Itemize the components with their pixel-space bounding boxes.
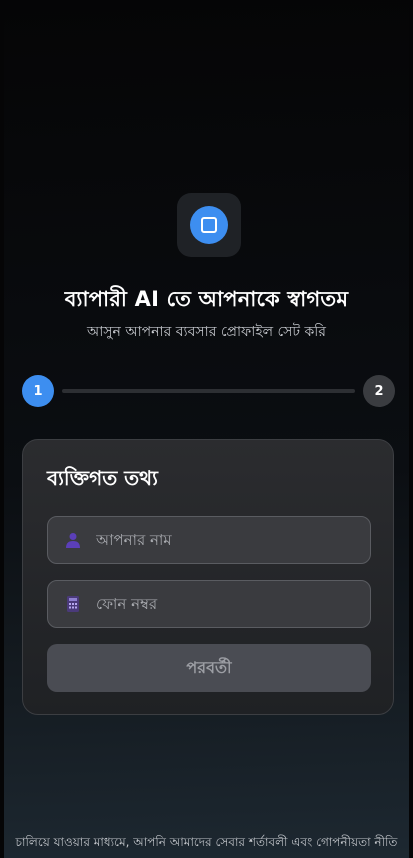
step-2-indicator: 2 bbox=[363, 375, 395, 407]
person-icon bbox=[64, 531, 82, 549]
phone-field[interactable] bbox=[47, 580, 371, 628]
page-title: ব্যাপারী AI তে আপনাকে স্বাগতম bbox=[64, 287, 349, 311]
app-logo bbox=[177, 193, 241, 257]
name-field[interactable] bbox=[47, 516, 371, 564]
step-progress-track bbox=[62, 389, 355, 393]
step-1-indicator: 1 bbox=[22, 375, 54, 407]
page-subtitle: আসুন আপনার ব্যবসার প্রোফাইল সেট করি bbox=[86, 324, 327, 340]
square-icon bbox=[201, 217, 217, 233]
logo-circle bbox=[190, 206, 228, 244]
name-input[interactable] bbox=[96, 517, 356, 563]
calculator-icon bbox=[64, 595, 82, 613]
welcome-screen: ব্যাপারী AI তে আপনাকে স্বাগতম আসুন আপনার… bbox=[4, 0, 409, 858]
phone-input[interactable] bbox=[96, 581, 356, 627]
terms-notice: চালিয়ে যাওয়ার মাধ্যমে, আপনি আমাদের সেব… bbox=[15, 835, 398, 849]
personal-info-card: ব্যক্তিগত তথ্য আপনার নাম ফোন নম্বর পরবর্… bbox=[22, 439, 394, 715]
next-button[interactable]: পরবর্তী bbox=[47, 644, 371, 692]
card-title: ব্যক্তিগত তথ্য bbox=[47, 466, 158, 490]
